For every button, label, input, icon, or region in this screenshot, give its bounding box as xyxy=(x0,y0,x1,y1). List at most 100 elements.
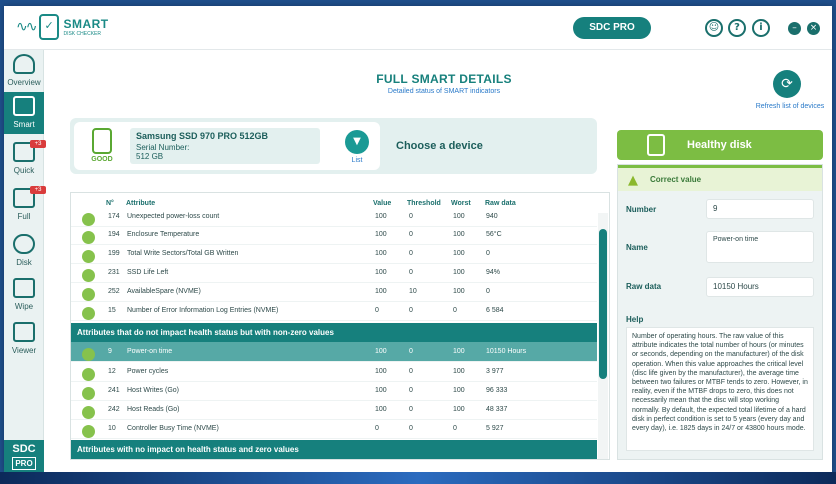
cell-threshold: 0 xyxy=(409,368,413,375)
cell-worst: 0 xyxy=(453,307,457,314)
cell-num: 252 xyxy=(108,288,120,295)
cell-num: 174 xyxy=(108,213,120,220)
cell-value: 0 xyxy=(375,307,379,314)
col-worst: Worst xyxy=(451,200,471,207)
cell-threshold: 0 xyxy=(409,269,413,276)
attribute-detail-panel: ▲ Correct value Number 9 Name Power-on t… xyxy=(617,164,823,460)
desktop-background xyxy=(0,472,836,484)
table-row-selected[interactable]: 9 Power-on time 100 0 100 10150 Hours xyxy=(71,342,597,362)
cell-raw: 10150 Hours xyxy=(486,348,527,355)
sidebar-item-label: Quick xyxy=(13,166,35,175)
cell-raw: 48 337 xyxy=(486,406,508,413)
table-row[interactable]: 199 Total Write Sectors/Total GB Written… xyxy=(71,244,597,264)
help-icon[interactable]: ? xyxy=(728,19,746,37)
sidebar-item-viewer[interactable]: Viewer xyxy=(4,318,44,360)
correct-value-label: Correct value xyxy=(650,175,702,184)
name-field: Power-on time xyxy=(706,231,814,263)
correct-value-bar: ▲ Correct value xyxy=(618,165,822,191)
status-dot-icon xyxy=(82,368,95,381)
app-logo: ∿∿ SMART DISK CHECKER xyxy=(16,14,109,40)
cell-num: 12 xyxy=(108,368,116,375)
cell-num: 194 xyxy=(108,231,120,238)
refresh-icon[interactable]: ⟳ xyxy=(773,70,801,98)
table-row[interactable]: 174 Unexpected power-loss count 100 0 10… xyxy=(71,207,597,227)
sidebar-item-full[interactable]: +3 Full xyxy=(4,184,46,226)
col-raw: Raw data xyxy=(485,200,516,207)
number-label: Number xyxy=(626,205,657,214)
sidebar-item-smart[interactable]: Smart xyxy=(4,92,44,134)
page-subtitle: Detailed status of SMART indicators xyxy=(387,88,501,95)
status-dot-icon xyxy=(82,250,95,263)
sidebar-item-overview[interactable]: Overview xyxy=(4,50,44,92)
cell-attr: Power cycles xyxy=(127,368,169,375)
cell-num: 242 xyxy=(108,406,120,413)
sdc-pro-button[interactable]: SDC PRO xyxy=(573,17,651,39)
cell-value: 100 xyxy=(375,250,387,257)
heartbeat-icon: ∿∿ xyxy=(16,19,38,35)
viewer-icon xyxy=(13,322,35,342)
health-status-label: Healthy disk xyxy=(687,139,752,151)
info-icon[interactable]: i xyxy=(752,19,770,37)
table-row[interactable]: 194 Enclosure Temperature 100 0 100 56°C xyxy=(71,225,597,245)
sidebar-item-disk[interactable]: Disk xyxy=(4,230,44,272)
sidebar-item-wipe[interactable]: Wipe xyxy=(4,274,44,316)
cell-attr: Host Writes (Go) xyxy=(127,387,179,394)
disk-check-icon xyxy=(39,14,60,40)
table-row[interactable]: 242 Host Reads (Go) 100 0 100 48 337 xyxy=(71,400,597,420)
cell-raw: 940 xyxy=(486,213,498,220)
warning-triangle-icon: ▲ xyxy=(628,173,638,188)
cell-attr: Power-on time xyxy=(127,348,173,355)
name-label: Name xyxy=(626,243,648,252)
choose-device-label: Choose a device xyxy=(396,140,483,152)
cell-worst: 100 xyxy=(453,387,465,394)
device-name: Samsung SSD 970 PRO 512GB xyxy=(136,131,269,141)
cell-attr: Enclosure Temperature xyxy=(127,231,200,238)
sidebar-item-label: Smart xyxy=(13,120,35,129)
section-header-nonzero: Attributes that do not impact health sta… xyxy=(71,323,597,342)
scrollbar-thumb[interactable] xyxy=(599,229,607,379)
account-icon[interactable]: ☺ xyxy=(705,19,723,37)
cell-worst: 100 xyxy=(453,368,465,375)
minimize-button[interactable]: – xyxy=(788,22,801,35)
help-label: Help xyxy=(626,315,644,324)
table-row[interactable]: 252 AvailableSpare (NVME) 100 10 100 0 xyxy=(71,282,597,302)
table-scrollbar[interactable] xyxy=(598,213,608,459)
cell-worst: 100 xyxy=(453,348,465,355)
cell-threshold: 0 xyxy=(409,387,413,394)
logo-title: SMART xyxy=(63,16,109,31)
quick-badge: +3 xyxy=(30,140,46,148)
sidebar-item-label: Disk xyxy=(16,258,32,267)
table-row[interactable]: 12 Power cycles 100 0 100 3 977 xyxy=(71,362,597,382)
cell-raw: 96 333 xyxy=(486,387,508,394)
table-row[interactable]: 231 SSD Life Left 100 0 100 94% xyxy=(71,263,597,283)
table-row[interactable]: 10 Controller Busy Time (NVME) 0 0 0 5 9… xyxy=(71,419,597,439)
refresh-link[interactable]: Refresh list of devices xyxy=(750,103,830,110)
cell-threshold: 10 xyxy=(409,288,417,295)
disk-status-label: GOOD xyxy=(91,156,113,163)
cell-attr: Number of Error Information Log Entries … xyxy=(127,307,279,314)
close-button[interactable]: × xyxy=(807,22,820,35)
disk-icon xyxy=(647,134,665,156)
promo-pro-label: PRO xyxy=(12,457,36,470)
cell-worst: 100 xyxy=(453,406,465,413)
sdc-pro-promo[interactable]: SDC PRO xyxy=(4,440,44,472)
sidebar-item-quick[interactable]: +3 Quick xyxy=(4,138,46,180)
number-field: 9 xyxy=(706,199,814,219)
header: ∿∿ SMART DISK CHECKER SDC PRO ☺ ? i – × xyxy=(4,6,832,50)
sidebar-item-label: Overview xyxy=(7,78,41,87)
table-row[interactable]: 241 Host Writes (Go) 100 0 100 96 333 xyxy=(71,381,597,401)
smart-table: N° Attribute Value Threshold Worst Raw d… xyxy=(70,192,610,460)
raw-data-field: 10150 Hours xyxy=(706,277,814,297)
smart-disk-icon xyxy=(13,96,35,116)
device-list-button[interactable]: ▼ List xyxy=(342,130,372,170)
cell-threshold: 0 xyxy=(409,425,413,432)
device-card[interactable]: GOOD Samsung SSD 970 PRO 512GB Serial Nu… xyxy=(74,122,380,170)
cell-raw: 0 xyxy=(486,250,490,257)
cell-threshold: 0 xyxy=(409,213,413,220)
lightbulb-icon xyxy=(13,54,35,74)
col-num: N° xyxy=(106,200,114,207)
table-row[interactable]: 15 Number of Error Information Log Entri… xyxy=(71,301,597,321)
col-value: Value xyxy=(373,200,392,207)
cell-attr: Host Reads (Go) xyxy=(127,406,180,413)
cell-attr: Controller Busy Time (NVME) xyxy=(127,425,219,432)
